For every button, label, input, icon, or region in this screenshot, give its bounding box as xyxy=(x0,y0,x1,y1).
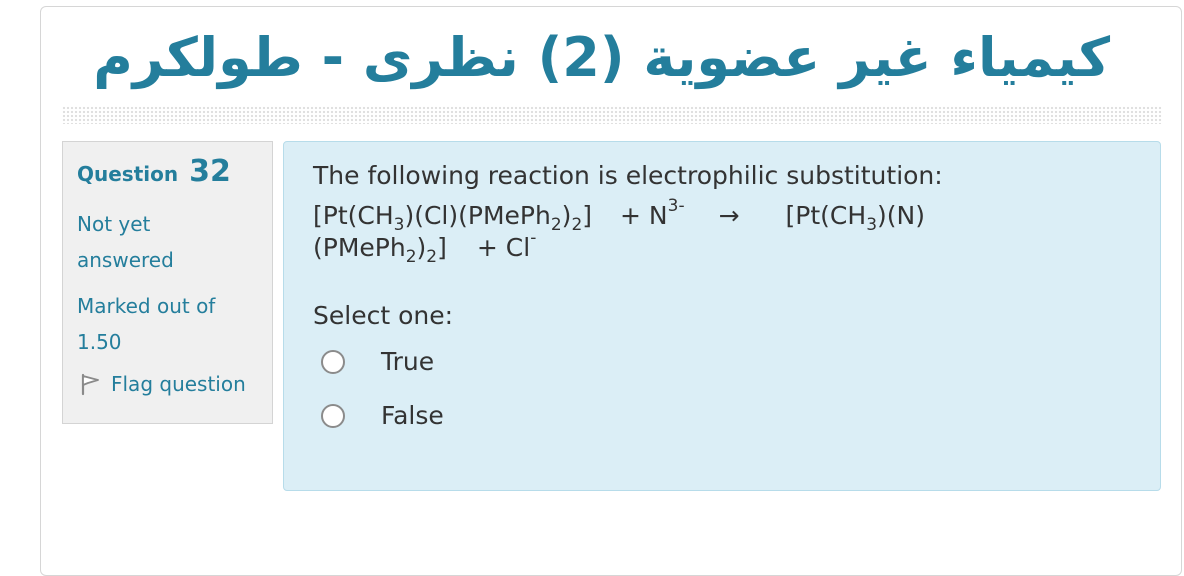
plus-chloride: + Cl xyxy=(476,233,531,262)
answer-label-false: False xyxy=(381,401,444,430)
answer-option-false[interactable]: False xyxy=(313,396,1132,436)
question-info: Question 32 Not yet answered Marked out … xyxy=(62,141,273,424)
product-part: ) xyxy=(416,233,427,262)
radio-true[interactable] xyxy=(321,350,345,374)
subscript: 2 xyxy=(550,215,562,235)
reaction-equation: [Pt(CH3)(Cl)(PMePh2)2] + N3- → [Pt(CH3)(N)(… xyxy=(313,198,1132,267)
reactant-part: )(Cl)(PMePh xyxy=(404,201,551,230)
reactant-part: ] xyxy=(582,201,593,230)
answer-label-true: True xyxy=(381,347,435,376)
reactant-part: ) xyxy=(561,201,572,230)
question-number: Question 32 xyxy=(77,156,258,190)
flag-icon xyxy=(81,373,99,396)
radio-false[interactable] xyxy=(321,404,345,428)
plus-nitride: + N xyxy=(620,201,668,230)
subscript: 2 xyxy=(571,215,583,235)
product-part: (PMePh xyxy=(313,233,406,262)
subscript: 3 xyxy=(393,215,405,235)
superscript-charge: - xyxy=(530,228,537,248)
question-formulation: The following reaction is electrophilic … xyxy=(283,141,1161,491)
superscript-charge: 3- xyxy=(667,196,685,216)
reaction-arrow: → xyxy=(718,201,740,230)
subscript: 3 xyxy=(866,215,878,235)
subscript: 2 xyxy=(426,247,438,267)
question-text: The following reaction is electrophilic … xyxy=(313,161,943,190)
reactant-part: [Pt(CH xyxy=(313,201,394,230)
flag-question-button[interactable]: Flag question xyxy=(77,370,258,398)
question-grade: Marked out of 1.50 xyxy=(77,294,216,354)
question-word: Question xyxy=(77,162,179,186)
subscript: 2 xyxy=(405,247,417,267)
question-number-value: 32 xyxy=(189,154,231,189)
answer-option-true[interactable]: True xyxy=(313,342,1132,382)
title-divider xyxy=(62,106,1162,124)
product-part: [Pt(CH xyxy=(785,201,867,230)
product-part: )(N) xyxy=(877,201,925,230)
flag-question-label: Flag question xyxy=(111,372,246,396)
question-state: Not yet answered xyxy=(77,212,174,272)
product-part: ] xyxy=(437,233,447,262)
select-one-prompt: Select one: xyxy=(313,301,454,330)
course-title: كيمياء غير عضوية (2) نظرى - طولكرم xyxy=(93,26,1110,89)
